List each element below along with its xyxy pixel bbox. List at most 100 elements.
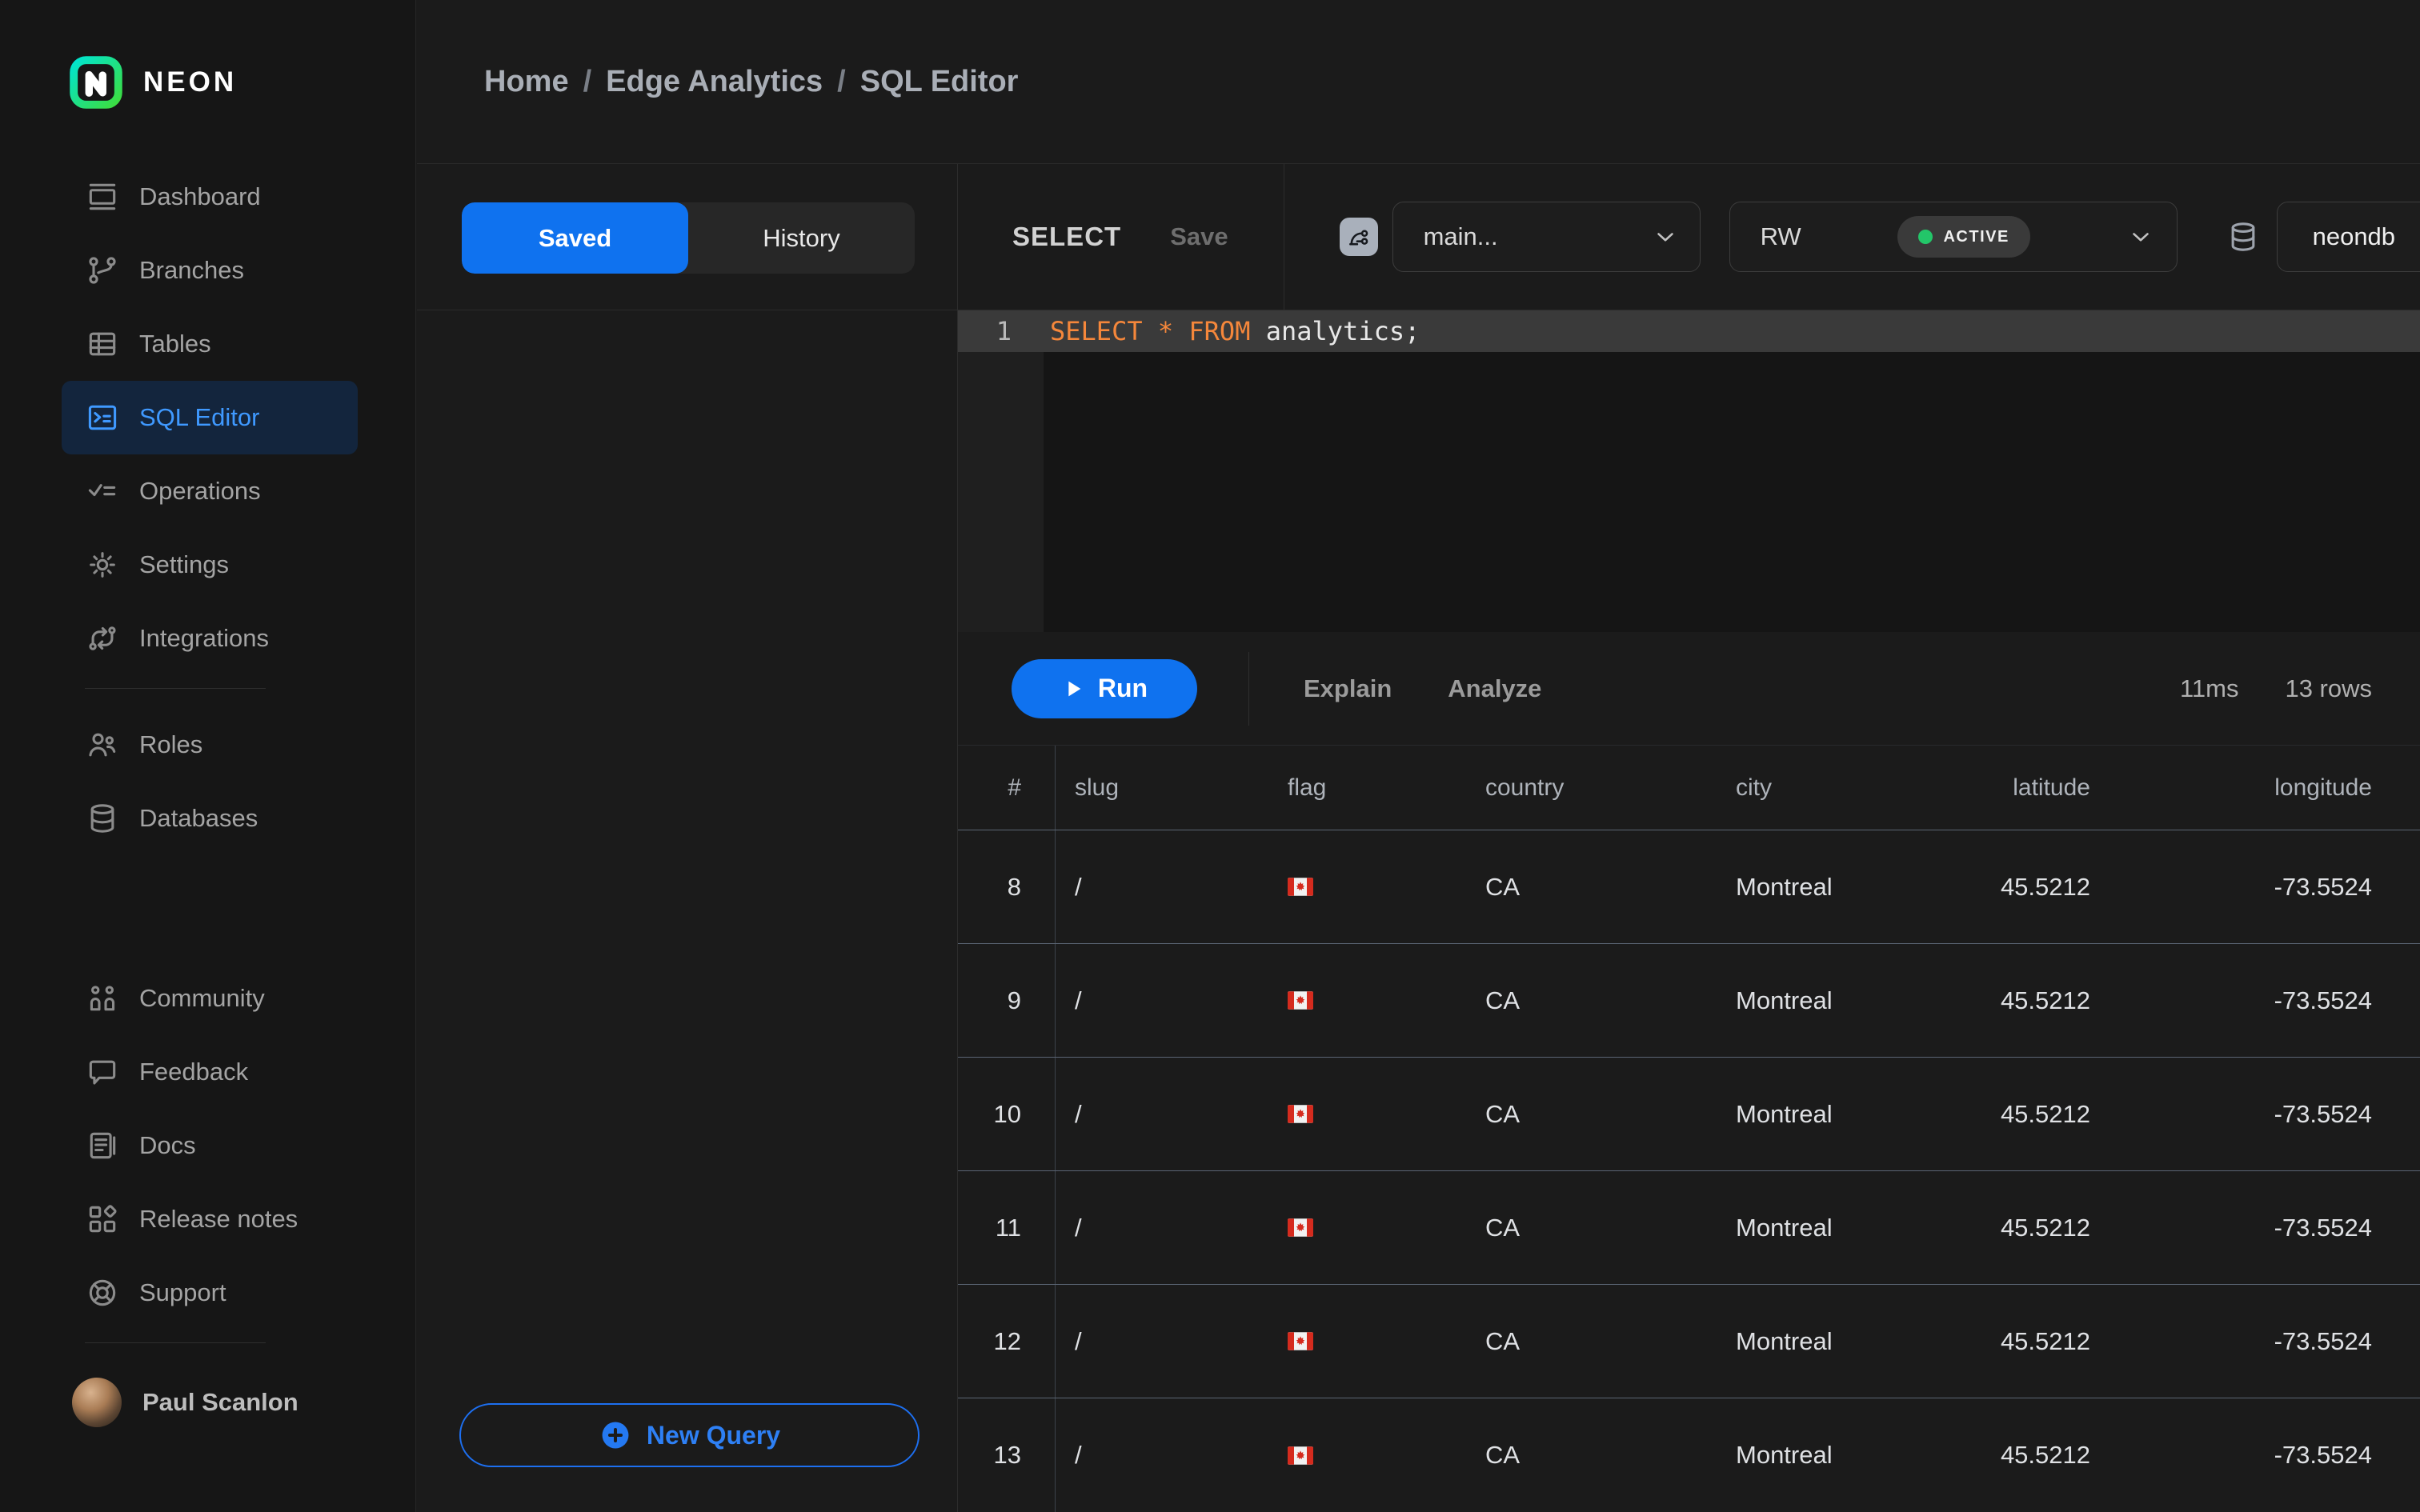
sql-editor-surface[interactable]: 1 SELECT * FROM analytics; — [958, 310, 2420, 632]
tab-saved[interactable]: Saved — [462, 202, 688, 274]
editor-pane: SELECT Save main... RW ACTIVE — [958, 164, 2420, 1512]
column-header-slug: slug — [1056, 746, 1268, 830]
sidebar-item-support[interactable]: Support — [0, 1256, 415, 1330]
breadcrumb-home[interactable]: Home — [484, 65, 569, 99]
sidebar-item-label: Integrations — [139, 624, 269, 653]
code-token-keyword: SELECT * FROM — [1050, 316, 1250, 346]
breadcrumb-separator: / — [837, 65, 846, 99]
sidebar-item-roles[interactable]: Roles — [0, 708, 415, 782]
sidebar-item-sql-editor[interactable]: SQL Editor — [62, 381, 358, 454]
flag-ca-icon — [1288, 1446, 1313, 1465]
cell-city: Montreal — [1717, 1171, 1941, 1284]
branch-select[interactable]: main... — [1392, 202, 1701, 272]
sidebar-nav-main: DashboardBranches Tables SQL Editor Operati… — [0, 160, 415, 855]
sidebar-item-community[interactable]: Community — [0, 962, 415, 1035]
cell-slug: / — [1056, 1398, 1268, 1512]
sidebar-divider — [85, 1342, 266, 1343]
column-header-num: # — [958, 746, 1056, 830]
cell-num: 13 — [958, 1398, 1056, 1512]
neon-console-app: NEON DashboardBranches Tables SQL Editor Op… — [0, 0, 2420, 1512]
flag-ca-icon — [1288, 991, 1313, 1010]
branches-icon — [85, 253, 120, 288]
column-header-flag: flag — [1268, 746, 1466, 830]
user-name: Paul Scanlon — [142, 1388, 298, 1417]
sidebar-item-dashboard[interactable]: Dashboard — [0, 160, 415, 234]
play-icon — [1061, 677, 1085, 701]
topbar: Home/Edge Analytics/SQL Editor — [417, 0, 2420, 164]
database-select[interactable]: neondb — [2277, 202, 2420, 272]
cell-city: Montreal — [1717, 1398, 1941, 1512]
cell-slug: / — [1056, 1285, 1268, 1398]
cell-slug: / — [1056, 1058, 1268, 1170]
table-row: 8/CAMontreal45.5212-73.5524 — [958, 830, 2420, 944]
user-menu[interactable]: Paul Scanlon — [0, 1366, 415, 1439]
code-token-plain: analytics; — [1250, 316, 1420, 346]
explain-button[interactable]: Explain — [1299, 674, 1396, 704]
cell-latitude: 45.5212 — [1941, 1285, 2090, 1398]
cell-slug: / — [1056, 830, 1268, 943]
sidebar-item-branches[interactable]: Branches — [0, 234, 415, 307]
operations-icon — [85, 474, 120, 509]
save-button[interactable]: Save — [1165, 222, 1232, 252]
sidebar-divider — [85, 688, 266, 689]
tables-icon — [85, 326, 120, 362]
sidebar-item-label: SQL Editor — [139, 403, 259, 432]
cell-num: 9 — [958, 944, 1056, 1057]
saved-history-tab-group: SavedHistory — [462, 202, 915, 274]
feedback-icon — [85, 1054, 120, 1090]
sidebar-item-databases[interactable]: Databases — [0, 782, 415, 855]
cell-city: Montreal — [1717, 944, 1941, 1057]
cell-longitude: -73.5524 — [2090, 1171, 2420, 1284]
sidebar-item-tables[interactable]: Tables — [0, 307, 415, 381]
cell-longitude: -73.5524 — [2090, 1398, 2420, 1512]
sidebar-item-operations[interactable]: Operations — [0, 454, 415, 528]
dashboard-icon — [85, 179, 120, 214]
database-icon — [2226, 218, 2261, 256]
cell-flag — [1268, 1398, 1466, 1512]
cell-country: CA — [1466, 944, 1717, 1057]
logo-wordmark: NEON — [143, 66, 237, 98]
plus-circle-icon — [599, 1418, 632, 1452]
table-row: 11/CAMontreal45.5212-73.5524 — [958, 1171, 2420, 1285]
integrations-icon — [85, 621, 120, 656]
new-query-button[interactable]: New Query — [459, 1403, 920, 1467]
breadcrumb-edge-analytics[interactable]: Edge Analytics — [606, 65, 823, 99]
community-icon — [85, 981, 120, 1016]
logo-link[interactable]: NEON — [70, 56, 237, 109]
sidebar-item-docs[interactable]: Docs — [0, 1109, 415, 1182]
table-row: 10/CAMontreal45.5212-73.5524 — [958, 1058, 2420, 1171]
new-query-label: New Query — [647, 1421, 780, 1450]
branch-chip-button[interactable] — [1340, 218, 1378, 256]
cell-country: CA — [1466, 1398, 1717, 1512]
sidebar-item-settings[interactable]: Settings — [0, 528, 415, 602]
sql-editor-icon — [85, 400, 120, 435]
avatar — [72, 1378, 122, 1427]
release-notes-icon — [85, 1202, 120, 1237]
run-button[interactable]: Run — [1012, 659, 1197, 718]
sidebar-item-release-notes[interactable]: Release notes — [0, 1182, 415, 1256]
branch-select-value: main... — [1424, 222, 1498, 251]
branch-icon — [1345, 223, 1372, 250]
saved-queries-panel-header: SavedHistory — [417, 164, 957, 310]
sidebar-item-integrations[interactable]: Integrations — [0, 602, 415, 675]
databases-icon — [85, 801, 120, 836]
cell-latitude: 45.5212 — [1941, 1058, 2090, 1170]
sidebar-item-label: Feedback — [139, 1058, 248, 1086]
compute-select[interactable]: RW ACTIVE — [1729, 202, 2178, 272]
sidebar-item-label: Tables — [139, 330, 211, 358]
flag-ca-icon — [1288, 1332, 1313, 1350]
cell-num: 11 — [958, 1171, 1056, 1284]
column-header-longitude: longitude — [2090, 746, 2420, 830]
database-select-value: neondb — [2313, 222, 2395, 251]
flag-ca-icon — [1288, 1218, 1313, 1237]
sidebar-item-label: Roles — [139, 730, 202, 759]
column-header-country: country — [1466, 746, 1717, 830]
code-line: 1 SELECT * FROM analytics; — [958, 310, 2420, 352]
cell-longitude: -73.5524 — [2090, 1285, 2420, 1398]
analyze-button[interactable]: Analyze — [1443, 674, 1546, 704]
tab-history[interactable]: History — [688, 202, 915, 274]
cell-longitude: -73.5524 — [2090, 944, 2420, 1057]
cell-longitude: -73.5524 — [2090, 830, 2420, 943]
sidebar-item-label: Databases — [139, 804, 258, 833]
sidebar-item-feedback[interactable]: Feedback — [0, 1035, 415, 1109]
